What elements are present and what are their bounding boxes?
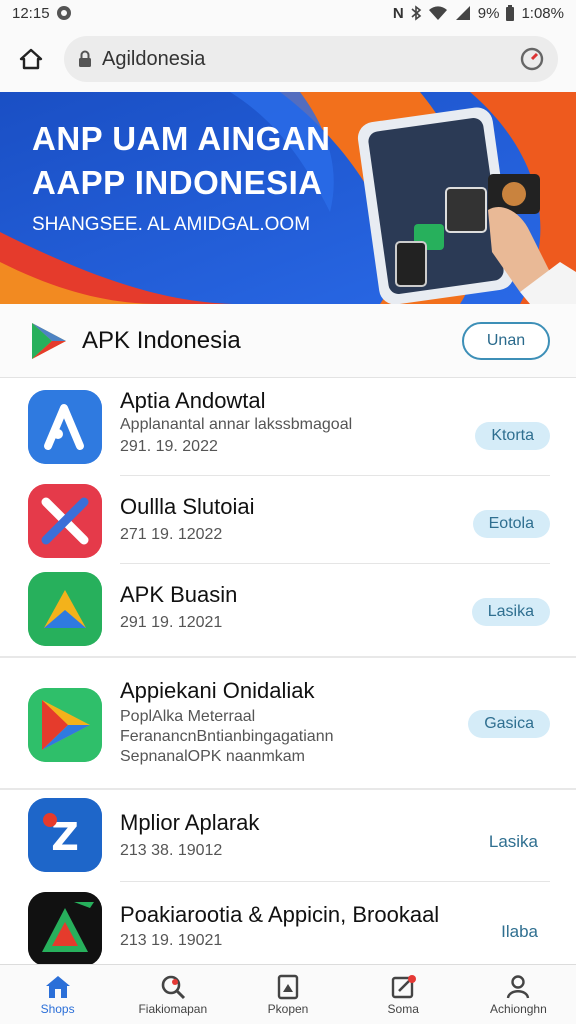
wifi-icon bbox=[428, 5, 448, 21]
url-text: Agildonesia bbox=[102, 47, 206, 70]
home-icon[interactable] bbox=[18, 46, 44, 72]
app-action-button[interactable]: Gasica bbox=[468, 710, 550, 738]
app-name: Appiekani Onidaliak bbox=[120, 678, 315, 703]
app-action-link[interactable]: Ilaba bbox=[501, 922, 538, 942]
list-item[interactable]: Aptia Andowtal Applanantal annar lakssbm… bbox=[0, 378, 576, 476]
nav-label: Soma bbox=[387, 1001, 419, 1016]
list-item[interactable]: Z Mplior Aplarak 213 38. 19012 Lasika bbox=[0, 790, 576, 882]
bluetooth-icon bbox=[410, 5, 422, 21]
app-date: 291. 19. 2022 bbox=[120, 438, 218, 455]
list-item[interactable]: Oullla Slutoiai 271 19. 12022 Eotola bbox=[0, 476, 576, 564]
banner-subtitle: SHANGSEE. AL AMIDGAL.OOM bbox=[32, 214, 311, 235]
nfc-icon: N bbox=[392, 4, 404, 22]
apk-triangle-icon bbox=[28, 572, 102, 646]
status-left: 12:15 bbox=[12, 5, 72, 22]
apk-logo-icon bbox=[26, 319, 70, 363]
nav-label: Achionghn bbox=[490, 1001, 547, 1016]
nav-account[interactable]: Achionghn bbox=[461, 965, 576, 1024]
banner-title-line-1: ANP UAM AINGAN bbox=[32, 120, 331, 157]
nav-book[interactable]: Pkopen bbox=[230, 965, 345, 1024]
apk-x-icon bbox=[28, 484, 102, 558]
battery-percent: 9% bbox=[477, 4, 500, 22]
section-header: APK Indonesia Unan bbox=[0, 304, 576, 378]
app-description-line-2: FeranancnBntianbingagatiann bbox=[120, 728, 334, 745]
address-bar[interactable]: Agildonesia bbox=[64, 36, 558, 82]
promo-banner[interactable]: ANP UAM AINGAN AAPP INDONESIA SHANGSEE. … bbox=[0, 92, 576, 304]
status-bar: 12:15 N 9% 1:08% bbox=[0, 0, 576, 26]
app-description: Applanantal annar lakssbmagoal bbox=[120, 416, 353, 433]
app-date: 271 19. 12022 bbox=[120, 526, 223, 543]
notification-badge bbox=[407, 975, 416, 983]
app-date: 291 19. 12021 bbox=[120, 614, 223, 631]
status-time: 12:15 bbox=[12, 4, 50, 22]
app-date: 213 19. 19021 bbox=[120, 932, 223, 949]
list-item[interactable]: Appiekani Onidaliak PoplAlka Meterraal F… bbox=[0, 658, 576, 790]
app-date: 213 38. 19012 bbox=[120, 842, 223, 859]
apk-delta-icon bbox=[28, 892, 102, 966]
status-clock-right: 1:08% bbox=[521, 4, 564, 22]
app-action-button[interactable]: Ktorta bbox=[475, 422, 550, 450]
app-description-line-1: PoplAlka Meterraal bbox=[120, 708, 256, 725]
nav-label: Shops bbox=[40, 1001, 75, 1016]
app-name: Mplior Aplarak bbox=[120, 810, 260, 835]
apk-z-icon: Z bbox=[28, 798, 102, 872]
book-icon bbox=[275, 974, 301, 1000]
app-name: Aptia Andowtal bbox=[120, 388, 266, 413]
banner-title-line-2: AAPP INDONESIA bbox=[32, 164, 323, 201]
app-action-button[interactable]: Lasika bbox=[471, 598, 550, 626]
section-title: APK Indonesia bbox=[82, 326, 241, 354]
search-icon bbox=[159, 974, 187, 1000]
apk-play-icon bbox=[28, 688, 102, 762]
app-description-line-3: SepnanalOPK naanmkam bbox=[120, 748, 305, 765]
bottom-navigation: Shops Fiakiomapan Pkopen Soma Achionghn bbox=[0, 964, 576, 1024]
nav-label: Pkopen bbox=[267, 1001, 309, 1016]
nav-search[interactable]: Fiakiomapan bbox=[115, 965, 230, 1024]
lock-icon bbox=[78, 50, 92, 68]
app-action-button[interactable]: Eotola bbox=[472, 510, 550, 538]
notification-icon bbox=[56, 5, 72, 21]
apk-a-icon bbox=[28, 390, 102, 464]
status-right: N 9% 1:08% bbox=[393, 4, 564, 22]
app-name: Oullla Slutoiai bbox=[120, 494, 255, 519]
app-name: Poakiarootia & Appicin, Brookaal bbox=[120, 902, 440, 927]
nav-shops[interactable]: Shops bbox=[0, 965, 115, 1024]
nav-edit[interactable]: Soma bbox=[346, 965, 461, 1024]
signal-icon bbox=[454, 5, 472, 21]
battery-icon bbox=[505, 4, 515, 22]
app-name: APK Buasin bbox=[120, 582, 238, 607]
browser-top-bar: Agildonesia bbox=[0, 26, 576, 92]
section-action-button[interactable]: Unan bbox=[462, 321, 550, 360]
list-item[interactable]: Poakiarootia & Appicin, Brookaal 213 19.… bbox=[0, 882, 576, 966]
site-settings-icon[interactable] bbox=[520, 47, 544, 71]
nav-label: Fiakiomapan bbox=[138, 1001, 208, 1016]
home-icon bbox=[44, 974, 72, 1000]
list-item[interactable]: APK Buasin 291 19. 12021 Lasika bbox=[0, 564, 576, 658]
person-icon bbox=[505, 974, 531, 1000]
app-action-link[interactable]: Lasika bbox=[489, 832, 538, 852]
